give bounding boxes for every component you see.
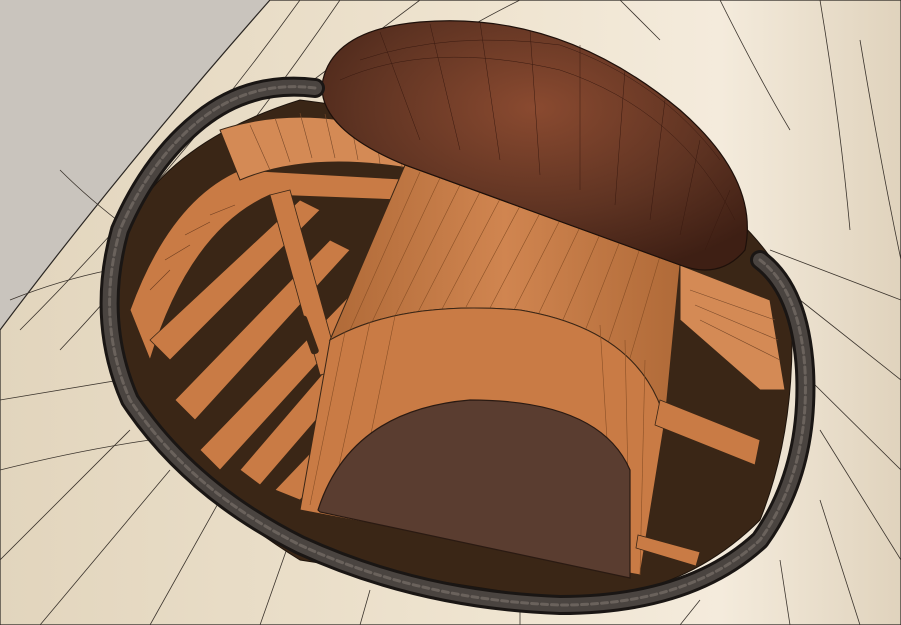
cockpit-3d-render (0, 0, 901, 625)
